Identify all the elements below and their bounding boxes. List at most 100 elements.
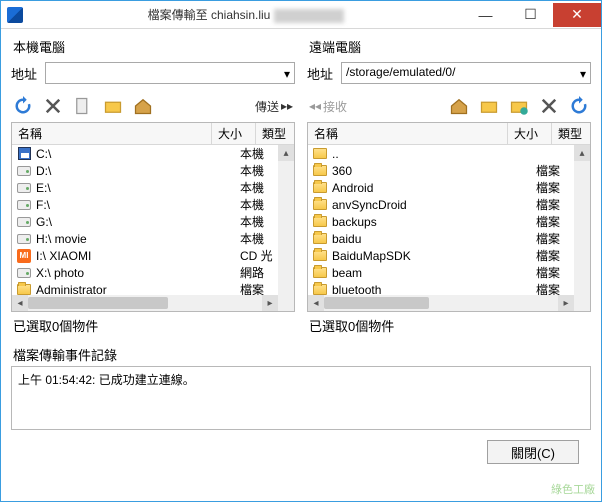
horizontal-scrollbar[interactable]: ◂▸: [12, 295, 278, 311]
list-item[interactable]: BaiduMapSDK 檔案: [308, 247, 574, 264]
col-type[interactable]: 類型: [552, 123, 590, 144]
list-item[interactable]: ..: [308, 145, 574, 162]
list-item[interactable]: H:\ movie 本機: [12, 230, 278, 247]
local-pane: 本機電腦 地址 ▾ 傳送 ▸▸: [11, 35, 295, 343]
refresh-icon[interactable]: [13, 96, 33, 116]
list-item[interactable]: D:\ 本機: [12, 162, 278, 179]
file-type: 檔案: [536, 281, 574, 295]
file-name: E:\: [36, 181, 240, 195]
close-button[interactable]: 關閉(C): [487, 440, 579, 464]
list-item[interactable]: E:\ 本機: [12, 179, 278, 196]
remote-address-select[interactable]: /storage/emulated/0/ ▾: [341, 62, 591, 84]
list-item[interactable]: Administrator 檔案: [12, 281, 278, 295]
file-name: G:\: [36, 215, 240, 229]
list-item[interactable]: Android 檔案: [308, 179, 574, 196]
local-toolbar: 傳送 ▸▸: [11, 90, 295, 122]
file-name: C:\: [36, 147, 240, 161]
file-type: 檔案: [536, 230, 574, 247]
delete-icon[interactable]: [539, 96, 559, 116]
remote-list-header: 名稱 大小 類型: [308, 123, 590, 145]
file-name: 360: [332, 164, 536, 178]
file-name: Android: [332, 181, 536, 195]
home-icon[interactable]: [133, 96, 153, 116]
list-item[interactable]: baidu 檔案: [308, 230, 574, 247]
drive-icon: [16, 164, 32, 178]
send-label: 傳送: [255, 98, 279, 115]
folder-icon: [16, 283, 32, 296]
file-name: F:\: [36, 198, 240, 212]
horizontal-scrollbar[interactable]: ◂▸: [308, 295, 574, 311]
recv-arrow-icon: ◂◂: [309, 99, 321, 113]
local-address-select[interactable]: ▾: [45, 62, 295, 84]
scroll-corner: [574, 295, 590, 311]
col-name[interactable]: 名稱: [308, 123, 508, 144]
remote-pane: 遠端電腦 地址 /storage/emulated/0/ ▾ ◂◂ 接收: [307, 35, 591, 343]
folder-icon: [312, 283, 328, 296]
new-file-icon[interactable]: [73, 96, 93, 116]
file-type: 檔案: [536, 162, 574, 179]
scroll-corner: [278, 295, 294, 311]
file-name: H:\ movie: [36, 232, 240, 246]
folder-icon: [312, 215, 328, 229]
remote-address-label: 地址: [307, 64, 333, 83]
list-item[interactable]: bluetooth 檔案: [308, 281, 574, 295]
col-name[interactable]: 名稱: [12, 123, 212, 144]
file-type: 本機: [240, 162, 278, 179]
drive-icon: [16, 198, 32, 212]
list-item[interactable]: anvSyncDroid 檔案: [308, 196, 574, 213]
list-item[interactable]: F:\ 本機: [12, 196, 278, 213]
col-size[interactable]: 大小: [212, 123, 256, 144]
maximize-button[interactable]: ☐: [508, 3, 553, 27]
remote-file-list[interactable]: 名稱 大小 類型 .. 360 檔案 Android 檔案 anvSyncDro…: [307, 122, 591, 312]
vertical-scrollbar[interactable]: ▴: [574, 145, 590, 295]
file-type: 檔案: [536, 247, 574, 264]
chevron-down-icon: ▾: [284, 67, 290, 81]
send-button[interactable]: 傳送 ▸▸: [255, 98, 293, 115]
up-icon: [312, 147, 328, 161]
file-name: ..: [332, 147, 536, 161]
remote-toolbar: ◂◂ 接收: [307, 90, 591, 122]
col-size[interactable]: 大小: [508, 123, 552, 144]
file-type: 檔案: [240, 281, 278, 295]
receive-button[interactable]: ◂◂ 接收: [309, 98, 347, 115]
main-content: 本機電腦 地址 ▾ 傳送 ▸▸: [1, 29, 601, 474]
list-item[interactable]: beam 檔案: [308, 264, 574, 281]
vertical-scrollbar[interactable]: ▴: [278, 145, 294, 295]
drive-icon: [16, 266, 32, 280]
delete-icon[interactable]: [43, 96, 63, 116]
list-item[interactable]: backups 檔案: [308, 213, 574, 230]
file-name: anvSyncDroid: [332, 198, 536, 212]
remote-status: 已選取0個物件: [307, 312, 591, 343]
refresh-icon[interactable]: [569, 96, 589, 116]
window-title: 檔案傳輸至 chiahsin.liu: [29, 6, 463, 23]
log-title: 檔案傳輸事件記錄: [11, 345, 591, 366]
list-item[interactable]: G:\ 本機: [12, 213, 278, 230]
app-icon: [7, 7, 23, 23]
list-item[interactable]: C:\ 本機: [12, 145, 278, 162]
file-type: 檔案: [536, 264, 574, 281]
folder-icon: [312, 181, 328, 195]
titlebar: 檔案傳輸至 chiahsin.liu — ☐ ✕: [1, 1, 601, 29]
drive-icon: [16, 215, 32, 229]
file-type: 本機: [240, 196, 278, 213]
folder-icon: [312, 198, 328, 212]
watermark: 綠色工廠: [551, 481, 595, 497]
list-item[interactable]: MI I:\ XIAOMI CD 光: [12, 247, 278, 264]
log-box[interactable]: 上午 01:54:42: 已成功建立連線。: [11, 366, 591, 430]
local-file-list[interactable]: 名稱 大小 類型 C:\ 本機 D:\ 本機 E:\ 本機 F:\ 本機: [11, 122, 295, 312]
file-name: X:\ photo: [36, 266, 240, 280]
list-item[interactable]: X:\ photo 網路: [12, 264, 278, 281]
minimize-button[interactable]: —: [463, 3, 508, 27]
file-name: BaiduMapSDK: [332, 249, 536, 263]
title-blur: [274, 9, 344, 23]
file-type: 本機: [240, 145, 278, 162]
home-icon[interactable]: [449, 96, 469, 116]
window-close-button[interactable]: ✕: [553, 3, 601, 27]
new-folder-icon[interactable]: [509, 96, 529, 116]
folder-icon[interactable]: [479, 96, 499, 116]
recv-label: 接收: [323, 98, 347, 115]
col-type[interactable]: 類型: [256, 123, 294, 144]
new-folder-icon[interactable]: [103, 96, 123, 116]
list-item[interactable]: 360 檔案: [308, 162, 574, 179]
remote-pane-title: 遠端電腦: [307, 35, 591, 62]
